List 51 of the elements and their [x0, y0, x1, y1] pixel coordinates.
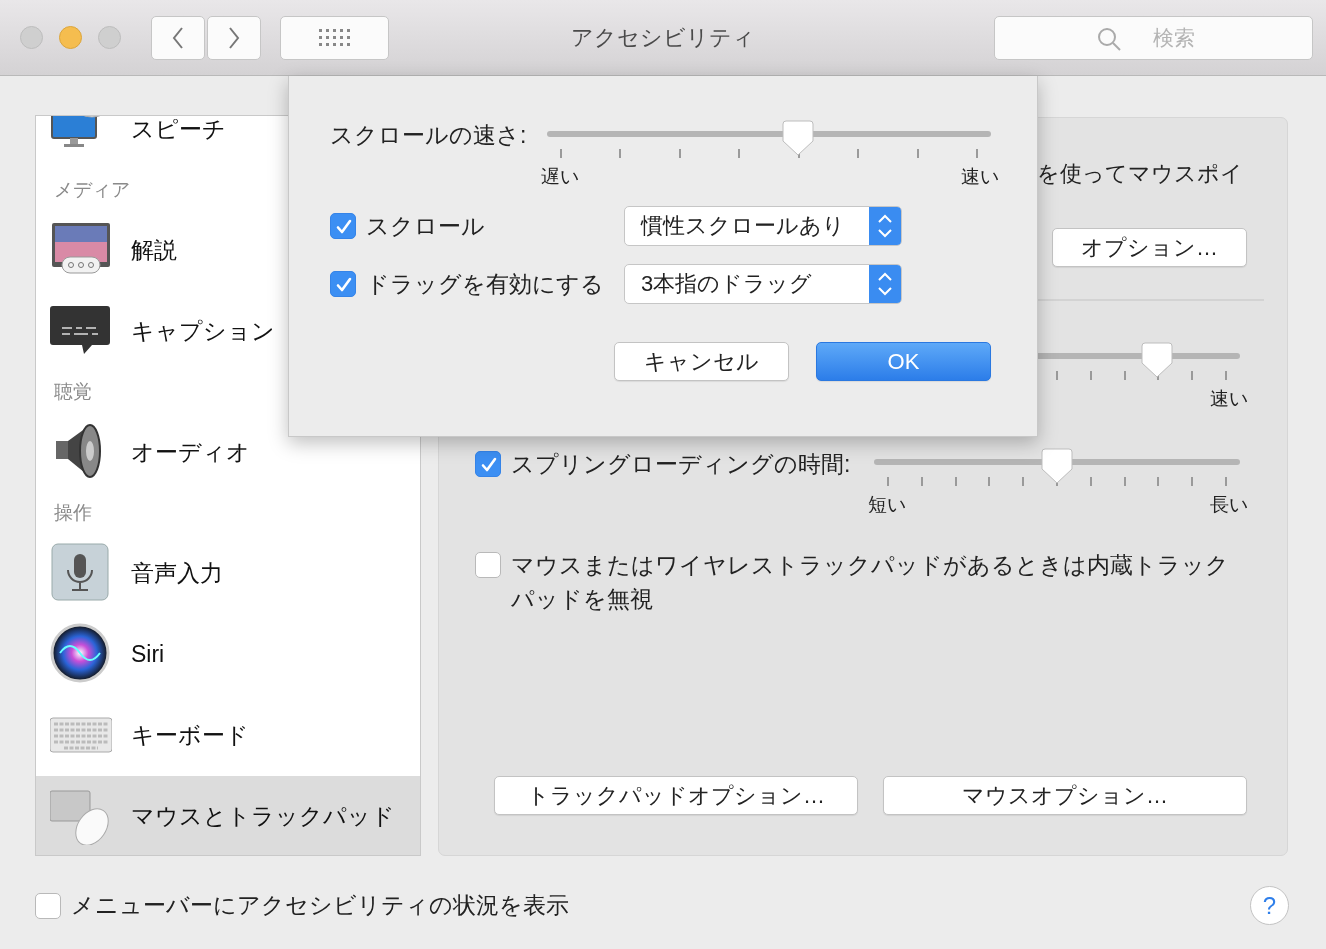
sidebar-item[interactable]: Siri: [36, 614, 420, 695]
slider-max-label: 速い: [1210, 387, 1248, 411]
checkbox[interactable]: [475, 552, 501, 578]
section-heading: 操作: [53, 501, 93, 525]
slider-max-label: 長い: [1210, 493, 1248, 517]
options-button[interactable]: マウスオプション…: [883, 776, 1247, 815]
window-control-icon[interactable]: [59, 26, 82, 49]
microphone-icon: [50, 541, 112, 602]
popup-button[interactable]: 3本指のドラッグ: [624, 264, 902, 304]
checkbox-label: メニューバーにアクセシビリティの状況を表示: [71, 891, 570, 920]
options-button[interactable]: トラックパッドオプション…: [494, 776, 858, 815]
popup-button[interactable]: 慣性スクロールあり: [624, 206, 902, 246]
slider-label: スクロールの速さ:: [330, 121, 527, 149]
options-button[interactable]: オプション…: [1052, 228, 1247, 267]
sidebar-item[interactable]: マウスとトラックパッド: [36, 776, 420, 855]
sidebar-item[interactable]: キーボード: [36, 695, 420, 776]
colorful-orb-icon: [50, 622, 112, 683]
checkbox-label: ドラッグを有効にする: [366, 269, 604, 299]
sidebar-item[interactable]: オーディオ: [36, 412, 420, 493]
section-heading: メディア: [53, 178, 131, 202]
cancel-button[interactable]: キャンセル: [614, 342, 789, 381]
chevrons-icon: [869, 207, 901, 245]
slider-thumb[interactable]: [782, 120, 815, 156]
window-title: アクセシビリティ: [571, 23, 755, 52]
description-text: を使ってマウスポイ: [1037, 160, 1243, 188]
chevron-left-icon: [171, 25, 185, 50]
slider-thumb[interactable]: [1141, 342, 1174, 378]
grid-icon: [319, 29, 350, 46]
chevrons-icon: [869, 265, 901, 303]
window-control-icon[interactable]: [20, 26, 43, 49]
forward-button[interactable]: [207, 15, 261, 60]
search-field[interactable]: 検索: [994, 15, 1313, 60]
checkbox-label: スプリングローディングの時間:: [511, 450, 852, 478]
slider-min-label: 短い: [868, 493, 906, 517]
slider-thumb[interactable]: [1041, 448, 1073, 484]
checkbox-label: マウスまたはワイヤレストラックパッドがあるときは内蔵トラックパッドを無視: [511, 551, 1230, 614]
show-all-button[interactable]: [280, 15, 389, 60]
checkbox-label: スクロール: [366, 211, 485, 241]
search-icon: [1096, 25, 1122, 52]
help-button[interactable]: ?: [1250, 886, 1289, 925]
sidebar-item[interactable]: 音声入力: [36, 533, 420, 614]
checkbox[interactable]: [330, 213, 356, 239]
slider-max-label: 速い: [961, 165, 999, 189]
section-heading: 聴覚: [53, 380, 93, 404]
back-button[interactable]: [151, 15, 205, 60]
chevron-right-icon: [227, 25, 241, 50]
checkbox[interactable]: [35, 892, 61, 919]
checkbox[interactable]: [330, 271, 356, 297]
window-control-icon[interactable]: [98, 26, 121, 49]
slider-min-label: 遅い: [541, 165, 579, 189]
checkbox[interactable]: [475, 451, 501, 477]
